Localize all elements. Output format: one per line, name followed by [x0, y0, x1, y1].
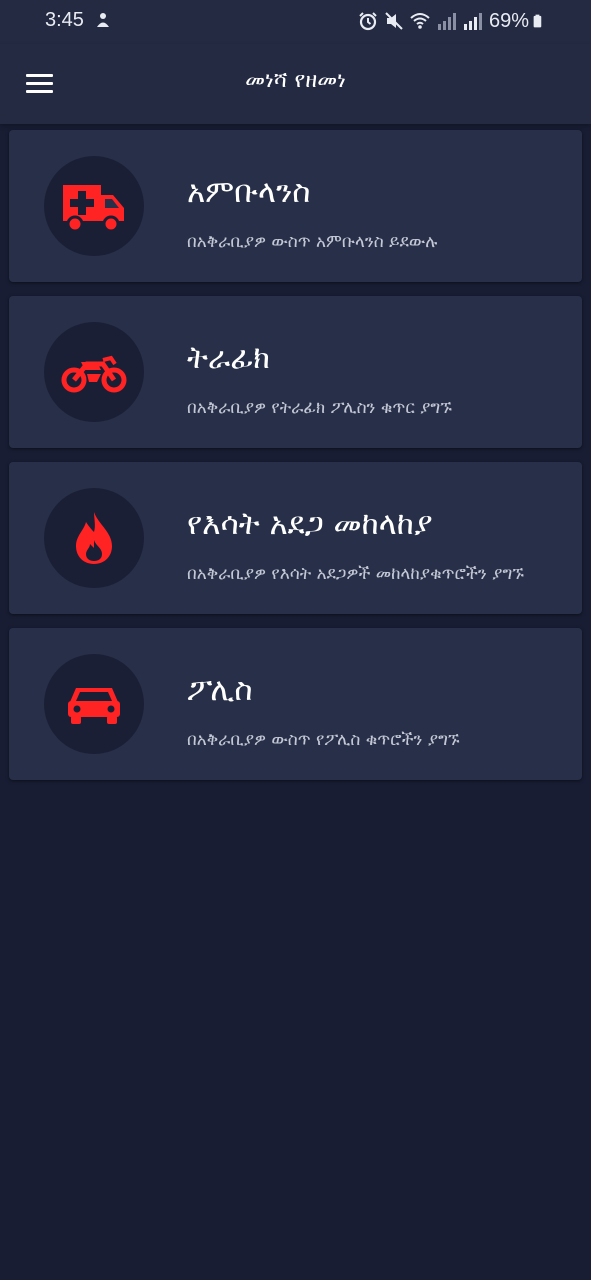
service-subtitle: በአቅራቢያዎ የእሳት አደጋዎች መከላከያቁጥሮችን ያግኙ — [187, 564, 524, 584]
icon-circle — [44, 156, 144, 256]
battery-icon — [533, 14, 542, 28]
service-list: አምቡላንስ በአቅራቢያዎ ውስጥ አምቡላንስ ይደውሉ ትራፊክ በአቅራ… — [9, 130, 582, 794]
service-subtitle: በአቅራቢያዎ ውስጥ አምቡላንስ ይደውሉ — [187, 232, 438, 252]
service-card-fire[interactable]: የእሳት አደጋ መከላከያ በአቅራቢያዎ የእሳት አደጋዎች መከላከያቁ… — [9, 462, 582, 614]
service-card-traffic[interactable]: ትራፊክ በአቅራቢያዎ የትራፊክ ፖሊስን ቁጥር ያግኙ — [9, 296, 582, 448]
mute-icon — [385, 12, 403, 30]
service-subtitle: በአቅራቢያዎ የትራፊክ ፖሊስን ቁጥር ያግኙ — [187, 398, 452, 418]
service-card-ambulance[interactable]: አምቡላንስ በአቅራቢያዎ ውስጥ አምቡላንስ ይደውሉ — [9, 130, 582, 282]
notification-icon — [97, 13, 109, 27]
status-bar: 3:45 69% — [0, 0, 591, 44]
police-car-icon — [68, 688, 120, 724]
signal-icon — [463, 13, 482, 30]
icon-circle — [44, 322, 144, 422]
status-time: 3:45 — [45, 9, 84, 31]
battery-percent: 69% — [488, 9, 529, 32]
alarm-icon — [359, 12, 377, 31]
status-icons: 69% — [357, 8, 547, 34]
motorcycle-icon — [61, 355, 127, 393]
service-title: ፖሊስ — [187, 672, 253, 708]
service-title: የእሳት አደጋ መከላከያ — [187, 506, 433, 542]
service-title: ትራፊክ — [187, 340, 270, 376]
service-subtitle: በአቅራቢያዎ ውስጥ የፖሊስ ቁጥሮችን ያግኙ — [187, 730, 460, 750]
icon-circle — [44, 488, 144, 588]
ambulance-icon — [63, 185, 124, 233]
icon-circle — [44, 654, 144, 754]
wifi-icon — [410, 13, 430, 29]
fire-icon — [76, 512, 112, 564]
app-bar: መነሻ የዘመነ — [0, 44, 591, 124]
page-title: መነሻ የዘመነ — [245, 68, 346, 93]
service-card-police[interactable]: ፖሊስ በአቅራቢያዎ ውስጥ የፖሊስ ቁጥሮችን ያግኙ — [9, 628, 582, 780]
signal-icon — [437, 13, 456, 30]
service-title: አምቡላንስ — [187, 174, 311, 210]
